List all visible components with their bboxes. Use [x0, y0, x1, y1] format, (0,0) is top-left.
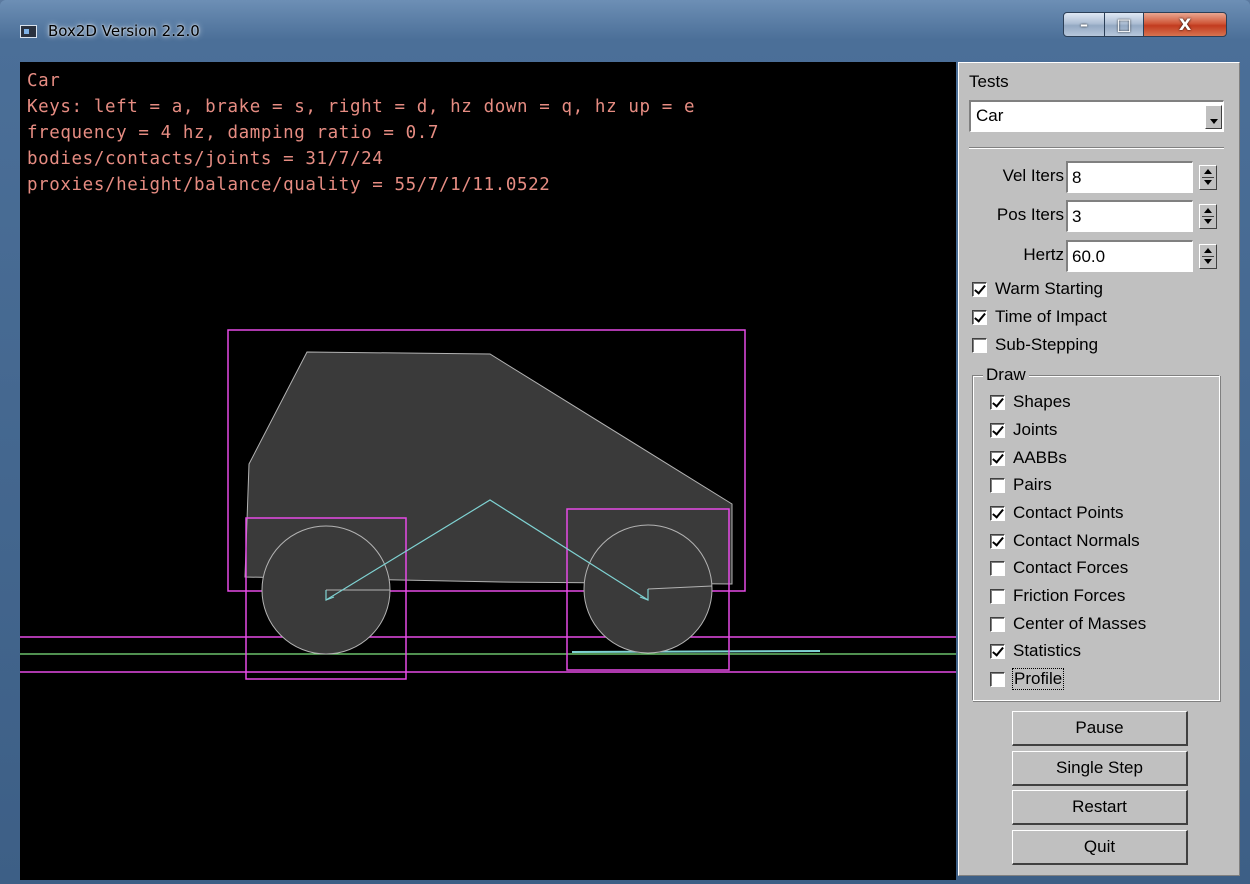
- vel-iters-label: Vel Iters: [1002, 166, 1064, 185]
- hertz-spinner-icon[interactable]: [1199, 244, 1217, 269]
- hertz-input[interactable]: 60.0: [1066, 240, 1193, 272]
- ground-contact-segment: [571, 650, 821, 653]
- stats-line-frequency: frequency = 4 hz, damping ratio = 0.7: [27, 123, 440, 143]
- draw-shapes-label: Shapes: [1013, 392, 1071, 411]
- minimize-icon: –: [1080, 15, 1088, 34]
- warm-starting-check-icon[interactable]: [972, 282, 987, 297]
- draw-contact-points-label: Contact Points: [1013, 503, 1124, 522]
- draw-group-label: Draw: [983, 365, 1029, 385]
- app-window: Box2D Version 2.2.0 – □ X Car Keys: left…: [0, 0, 1250, 884]
- hertz-value: 60.0: [1072, 247, 1106, 266]
- pos-iters-spinner-icon[interactable]: [1199, 204, 1217, 229]
- title-bar[interactable]: Box2D Version 2.2.0 – □ X: [0, 0, 1250, 48]
- stats-overlay: Car Keys: left = a, brake = s, right = d…: [27, 68, 695, 198]
- draw-contact-normals-check-icon[interactable]: [990, 534, 1005, 549]
- time-of-impact-label: Time of Impact: [995, 307, 1107, 326]
- window-title: Box2D Version 2.2.0: [48, 22, 200, 40]
- sub-stepping-check-icon[interactable]: [972, 338, 987, 353]
- draw-pairs-check-icon[interactable]: [990, 478, 1005, 493]
- draw-contact-normals-label: Contact Normals: [1013, 531, 1140, 550]
- draw-shapes-check-icon[interactable]: [990, 395, 1005, 410]
- draw-center-of-masses-label: Center of Masses: [1013, 614, 1147, 633]
- restart-button[interactable]: Restart: [1012, 790, 1188, 825]
- maximize-icon: □: [1116, 15, 1132, 34]
- draw-friction-forces-label: Friction Forces: [1013, 586, 1126, 605]
- stats-line-bodies: bodies/contacts/joints = 31/7/24: [27, 149, 384, 169]
- pos-iters-input[interactable]: 3: [1066, 200, 1193, 232]
- hertz-label: Hertz: [1023, 245, 1064, 264]
- tests-selected-value: Car: [976, 106, 1004, 125]
- tests-dropdown[interactable]: Car: [969, 100, 1224, 132]
- hertz-row: Hertz 60.0: [959, 240, 1239, 272]
- pos-iters-label: Pos Iters: [996, 205, 1064, 224]
- tests-label: Tests: [969, 72, 1009, 91]
- app-icon[interactable]: [20, 25, 37, 38]
- draw-statistics-check-icon[interactable]: [990, 644, 1005, 659]
- simulation-canvas[interactable]: Car Keys: left = a, brake = s, right = d…: [20, 62, 956, 880]
- divider: [969, 147, 1224, 149]
- single-step-button[interactable]: Single Step: [1012, 751, 1188, 786]
- time-of-impact-check-icon[interactable]: [972, 310, 987, 325]
- minimize-button[interactable]: –: [1063, 12, 1105, 37]
- vel-iters-spinner-icon[interactable]: [1199, 165, 1217, 190]
- pause-button[interactable]: Pause: [1012, 711, 1188, 746]
- draw-contact-points-check-icon[interactable]: [990, 506, 1005, 521]
- draw-contact-forces-label: Contact Forces: [1013, 558, 1129, 577]
- maximize-button[interactable]: □: [1104, 12, 1144, 37]
- draw-center-of-masses-check-icon[interactable]: [990, 617, 1005, 632]
- warm-starting-label: Warm Starting: [995, 279, 1104, 298]
- close-button[interactable]: X: [1143, 12, 1227, 37]
- control-panel: Tests Car Vel Iters 8 Pos Iters 3 Hertz …: [958, 62, 1240, 876]
- draw-joints-check-icon[interactable]: [990, 423, 1005, 438]
- draw-profile-label: Profile: [1011, 668, 1065, 690]
- chevron-down-icon[interactable]: [1205, 105, 1222, 129]
- stats-line-test-name: Car: [27, 71, 61, 91]
- draw-pairs-label: Pairs: [1013, 475, 1052, 494]
- stats-line-keys: Keys: left = a, brake = s, right = d, hz…: [27, 97, 696, 117]
- vel-iters-input[interactable]: 8: [1066, 161, 1193, 193]
- pos-iters-row: Pos Iters 3: [959, 200, 1239, 232]
- draw-statistics-label: Statistics: [1013, 641, 1082, 660]
- close-icon: X: [1178, 15, 1192, 34]
- draw-profile-check-icon[interactable]: [990, 672, 1005, 687]
- vel-iters-value: 8: [1072, 168, 1082, 187]
- quit-button[interactable]: Quit: [1012, 830, 1188, 865]
- draw-contact-forces-check-icon[interactable]: [990, 561, 1005, 576]
- vel-iters-row: Vel Iters 8: [959, 161, 1239, 193]
- stats-line-proxies: proxies/height/balance/quality = 55/7/1/…: [27, 175, 551, 195]
- draw-joints-label: Joints: [1013, 420, 1058, 439]
- draw-aabbs-label: AABBs: [1013, 448, 1067, 467]
- sub-stepping-label: Sub-Stepping: [995, 335, 1099, 354]
- draw-friction-forces-check-icon[interactable]: [990, 589, 1005, 604]
- pos-iters-value: 3: [1072, 207, 1082, 226]
- draw-aabbs-check-icon[interactable]: [990, 451, 1005, 466]
